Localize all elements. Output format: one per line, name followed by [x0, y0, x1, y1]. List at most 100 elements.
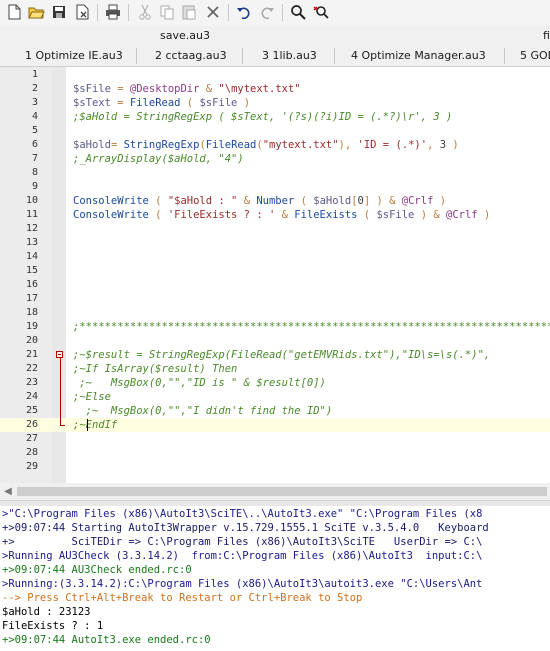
- code-token: (: [357, 209, 377, 221]
- code-text: ;~EndIf: [73, 418, 117, 432]
- code-editor[interactable]: 1 2 $sFile = @DesktopDir & "\mytext.txt" 3 $…: [0, 67, 550, 483]
- line-number: 9: [31, 181, 38, 192]
- toolbar-separator: [228, 4, 229, 21]
- code-text: ConsoleWrite ( "$aHold : " & Number ( $a…: [73, 194, 446, 208]
- tab-separator: [242, 48, 243, 64]
- buffer-tab-4[interactable]: 4 Optimize Manager.au3: [351, 46, 486, 66]
- output-pane[interactable]: >"C:\Program Files (x86)\AutoIt3\SciTE\.…: [0, 506, 550, 651]
- code-token: (: [294, 195, 314, 207]
- output-line: +>09:07:44 Starting AutoIt3Wrapper v.15.…: [2, 522, 489, 534]
- code-line[interactable]: 2 $sFile = @DesktopDir & "\mytext.txt": [0, 82, 550, 96]
- code-text: ;~$result = StringRegExp(FileRead("getEM…: [73, 348, 490, 362]
- code-line[interactable]: 18: [0, 306, 550, 320]
- code-line[interactable]: 3 $sText = FileRead ( $sFile ): [0, 96, 550, 110]
- code-line[interactable]: 20: [0, 334, 550, 348]
- code-line[interactable]: 4 ;$aHold = StringRegExp ( $sText, '(?s)(…: [0, 110, 550, 124]
- code-line[interactable]: 6 $aHold= StringRegExp(FileRead("mytext.t…: [0, 138, 550, 152]
- close-file-icon[interactable]: [73, 3, 91, 21]
- code-line[interactable]: 19 ;*************************************…: [0, 320, 550, 334]
- code-line[interactable]: 13: [0, 236, 550, 250]
- save-icon[interactable]: [50, 3, 68, 21]
- code-token: $aHold: [313, 195, 352, 207]
- code-line[interactable]: 14: [0, 250, 550, 264]
- code-line[interactable]: 7 ;_ArrayDisplay($aHold, "4"): [0, 152, 550, 166]
- code-line[interactable]: 26 ;~EndIf: [0, 418, 550, 432]
- code-line[interactable]: 16: [0, 278, 550, 292]
- code-token: @Crlf: [446, 209, 478, 221]
- scrollbar-thumb[interactable]: [17, 487, 547, 496]
- line-number: 7: [31, 153, 38, 164]
- code-line[interactable]: 29: [0, 460, 550, 474]
- code-token: @DesktopDir: [129, 83, 200, 95]
- tab-next-file[interactable]: fi: [543, 26, 550, 46]
- code-token: $aHold: [73, 139, 111, 151]
- code-token: ;~If IsArray($result) Then: [73, 363, 238, 375]
- code-token: FileRead: [205, 139, 257, 151]
- code-token: (: [148, 195, 168, 207]
- scroll-left-arrow-icon[interactable]: ◀: [2, 486, 14, 497]
- code-token: ;~ MsgBox(0,"","I didn't find the ID"): [73, 405, 333, 417]
- code-token: ;~ MsgBox(0,"","ID is " & $result[0]): [73, 377, 326, 389]
- code-token: ConsoleWrite: [73, 209, 149, 221]
- undo-icon[interactable]: [235, 3, 253, 21]
- line-number: 19: [25, 321, 38, 332]
- code-token: $sFile: [199, 97, 238, 109]
- delete-icon[interactable]: [204, 3, 222, 21]
- code-line[interactable]: 21 ;~$result = StringRegExp(FileRead("get…: [0, 348, 550, 362]
- tab-save-au3[interactable]: save.au3: [160, 26, 210, 46]
- code-line[interactable]: 24 ;~Else: [0, 390, 550, 404]
- find-icon[interactable]: [289, 3, 307, 21]
- code-text: ;$aHold = StringRegExp ( $sText, '(?s)(?…: [73, 110, 452, 124]
- code-text: ;_ArrayDisplay($aHold, "4"): [73, 152, 244, 166]
- open-folder-icon[interactable]: [27, 3, 45, 21]
- code-token: &: [199, 83, 219, 95]
- cut-icon[interactable]: [136, 3, 154, 21]
- line-number: 1: [31, 69, 38, 80]
- copy-icon[interactable]: [158, 3, 176, 21]
- code-line[interactable]: 11 ConsoleWrite ( 'FileExists ? : ' & Fil…: [0, 208, 550, 222]
- redo-icon[interactable]: [258, 3, 276, 21]
- code-line[interactable]: 28: [0, 446, 550, 460]
- code-token: ) &: [414, 209, 446, 221]
- code-token: ] ) &: [363, 195, 402, 207]
- fold-toggle-icon[interactable]: [56, 351, 63, 358]
- code-line[interactable]: 23 ;~ MsgBox(0,"","ID is " & $result[0]): [0, 376, 550, 390]
- toolbar: [0, 0, 550, 26]
- tab-separator: [136, 48, 137, 64]
- code-line[interactable]: 22 ;~If IsArray($result) Then: [0, 362, 550, 376]
- buffer-tab-bar: 1 Optimize IE.au3 2 cctaag.au3 3 1lib.au…: [0, 46, 550, 67]
- code-text: ;~ MsgBox(0,"","I didn't find the ID"): [73, 404, 333, 418]
- text-caret: [87, 419, 88, 431]
- code-line[interactable]: 8: [0, 166, 550, 180]
- replace-icon[interactable]: [312, 3, 330, 21]
- code-token: &: [237, 195, 257, 207]
- code-line[interactable]: 25 ;~ MsgBox(0,"","I didn't find the ID"…: [0, 404, 550, 418]
- code-token: FileExists: [294, 209, 358, 221]
- paste-icon[interactable]: [180, 3, 198, 21]
- print-icon[interactable]: [104, 3, 122, 21]
- code-line[interactable]: 17: [0, 292, 550, 306]
- code-line[interactable]: 27: [0, 432, 550, 446]
- code-line[interactable]: 12: [0, 222, 550, 236]
- buffer-tab-2[interactable]: 2 cctaag.au3: [155, 46, 227, 66]
- code-line[interactable]: 5: [0, 124, 550, 138]
- editor-horizontal-scrollbar[interactable]: ◀: [0, 483, 550, 500]
- output-line: FileExists ? : 1: [2, 620, 104, 632]
- output-line: >Running:(3.3.14.2):C:\Program Files (x8…: [2, 578, 483, 590]
- code-token: (: [180, 97, 200, 109]
- line-number: 14: [25, 251, 38, 262]
- buffer-tab-3[interactable]: 3 1lib.au3: [262, 46, 317, 66]
- code-token: ;~EndIf: [73, 419, 118, 431]
- line-number: 27: [25, 433, 38, 444]
- new-file-icon[interactable]: [5, 3, 23, 21]
- code-line[interactable]: 1: [0, 68, 550, 82]
- line-number: 24: [25, 391, 38, 402]
- code-text: ;***************************************…: [73, 320, 550, 334]
- buffer-tab-1[interactable]: 1 Optimize IE.au3: [25, 46, 123, 66]
- code-line[interactable]: 15: [0, 264, 550, 278]
- code-line[interactable]: 9: [0, 180, 550, 194]
- line-number: 2: [31, 83, 38, 94]
- code-line[interactable]: 10 ConsoleWrite ( "$aHold : " & Number ( …: [0, 194, 550, 208]
- buffer-tab-5[interactable]: 5 GOL: [520, 46, 550, 66]
- code-token: =: [110, 139, 124, 151]
